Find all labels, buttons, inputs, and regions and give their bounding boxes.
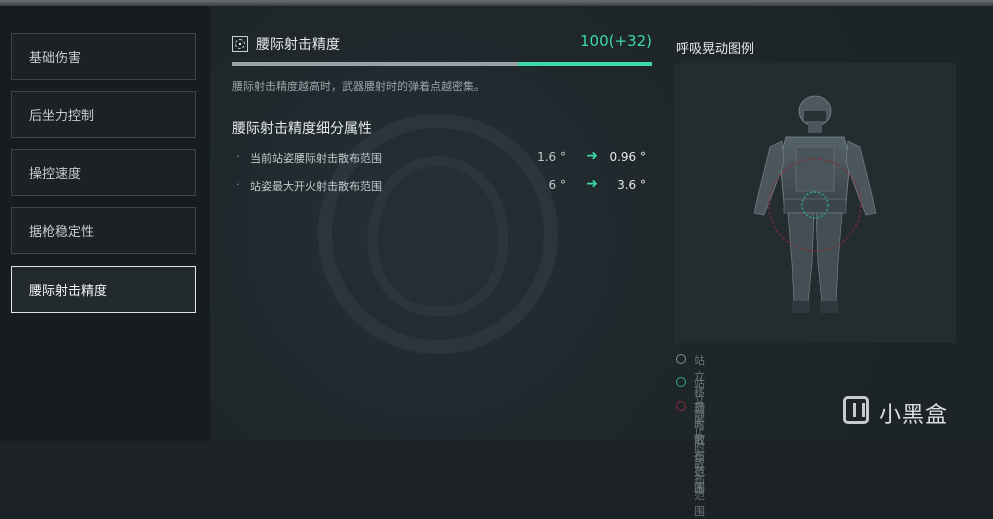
crosshair-icon	[232, 36, 248, 52]
sidebar-item-hipfire-accuracy[interactable]: 腰际射击精度	[11, 266, 196, 313]
attribute-new-value: 3.6 °	[617, 178, 646, 192]
stat-progress-bar	[232, 62, 652, 66]
attribute-label: 站姿最大开火射击散布范围	[250, 180, 382, 193]
bullet: ·	[236, 178, 240, 191]
circle-outline-icon	[676, 377, 686, 387]
attribute-row: · 站姿最大开火射击散布范围 6 ° ➜ 3.6 °	[236, 176, 646, 196]
circle-outline-icon	[676, 401, 686, 411]
heybox-logo-icon	[843, 396, 869, 424]
attribute-old-value: 6 °	[548, 178, 566, 192]
stat-title: 腰际射击精度	[256, 37, 340, 53]
stat-description: 腰际射击精度越高时，武器腰射时的弹着点越密集。	[232, 80, 485, 93]
legend-title: 呼吸晃动图例	[676, 42, 755, 57]
attribute-new-value: 0.96 °	[609, 150, 646, 164]
arrow-right-icon: ➜	[586, 148, 598, 164]
watermark-text: 小黑盒	[879, 403, 949, 428]
sidebar: 基础伤害 后坐力控制 操控速度 据枪稳定性 腰际射击精度	[0, 6, 210, 441]
attribute-row: · 当前站姿腰际射击散布范围 1.6 ° ➜ 0.96 °	[236, 148, 646, 168]
sidebar-item-aim-stability[interactable]: 据枪稳定性	[11, 207, 196, 254]
sidebar-item-handling-speed[interactable]: 操控速度	[11, 149, 196, 196]
soldier-figure	[753, 95, 877, 313]
watermark: 小黑盒	[843, 393, 963, 428]
bullet: ·	[236, 150, 240, 163]
stat-progress-base	[232, 62, 518, 66]
attribute-label: 当前站姿腰际射击散布范围	[250, 152, 382, 165]
legend-label: 最大散布范围	[694, 401, 705, 494]
arrow-right-icon: ➜	[586, 176, 598, 192]
sidebar-item-base-damage[interactable]: 基础伤害	[11, 33, 196, 80]
circle-outline-icon	[676, 354, 686, 364]
sidebar-item-recoil-control[interactable]: 后坐力控制	[11, 91, 196, 138]
soldier-figure-panel	[674, 63, 956, 343]
attribute-old-value: 1.6 °	[537, 150, 566, 164]
stat-header: 腰际射击精度 100(+32)	[232, 32, 652, 60]
stat-progress-bonus	[518, 62, 652, 66]
details-title: 腰际射击精度细分属性	[232, 121, 372, 137]
stat-value: 100(+32)	[580, 32, 652, 50]
